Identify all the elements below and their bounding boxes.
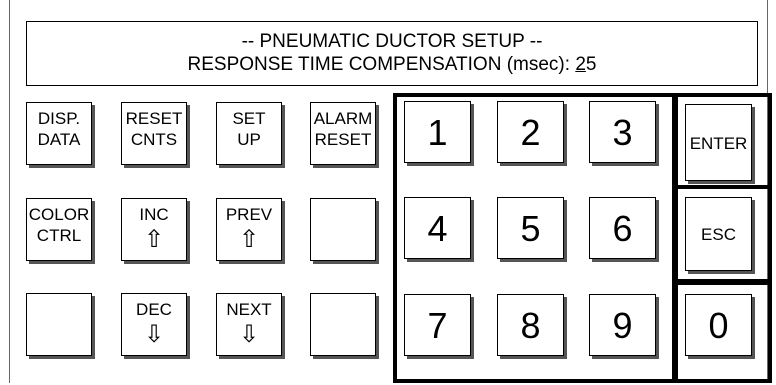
key-7[interactable]: 7 — [404, 294, 471, 356]
blank-button-1[interactable] — [310, 198, 376, 261]
dec-label: DEC — [136, 300, 172, 319]
key-4[interactable]: 4 — [404, 197, 471, 259]
inc-label: INC — [139, 205, 169, 224]
esc-button[interactable]: ESC — [685, 197, 752, 271]
disp-data-label-2: DATA — [37, 130, 81, 149]
dec-button[interactable]: DEC ⇩ — [121, 293, 187, 356]
inc-button[interactable]: INC ⇧ — [121, 198, 187, 261]
prev-label: PREV — [225, 205, 273, 224]
page-title: -- PNEUMATIC DUCTOR SETUP -- — [241, 31, 543, 52]
set-up-button[interactable]: SET UP — [216, 102, 282, 165]
key-0[interactable]: 0 — [685, 294, 752, 356]
alarm-reset-label-1: ALARM — [313, 109, 373, 128]
reset-cnts-label-1: RESET — [125, 109, 183, 128]
next-label: NEXT — [226, 300, 272, 319]
alarm-reset-button[interactable]: ALARM RESET — [310, 102, 376, 165]
set-up-label-1: SET — [232, 109, 266, 128]
blank-button-3[interactable] — [310, 293, 376, 356]
color-ctrl-label-1: COLOR — [28, 205, 90, 224]
key-1[interactable]: 1 — [404, 101, 471, 163]
arrow-down-icon: ⇩ — [143, 321, 165, 348]
reset-cnts-label-2: CNTS — [130, 130, 178, 149]
key-6[interactable]: 6 — [589, 197, 656, 259]
prev-button[interactable]: PREV ⇧ — [216, 198, 282, 261]
key-5[interactable]: 5 — [497, 197, 564, 259]
reset-cnts-button[interactable]: RESET CNTS — [121, 102, 187, 165]
setup-header: -- PNEUMATIC DUCTOR SETUP -- RESPONSE TI… — [26, 21, 758, 86]
key-8[interactable]: 8 — [497, 294, 564, 356]
color-ctrl-label-2: CTRL — [36, 226, 82, 245]
alarm-reset-label-2: RESET — [314, 130, 372, 149]
key-2[interactable]: 2 — [497, 101, 564, 163]
disp-data-label-1: DISP. — [37, 109, 81, 128]
arrow-down-icon: ⇩ — [238, 321, 260, 348]
next-button[interactable]: NEXT ⇩ — [216, 293, 282, 356]
key-9[interactable]: 9 — [589, 294, 656, 356]
response-time-value-rest: 5 — [585, 54, 597, 75]
set-up-label-2: UP — [237, 130, 261, 149]
arrow-up-icon: ⇧ — [143, 226, 165, 253]
response-time-label: RESPONSE TIME COMPENSATION (msec): — [187, 54, 576, 75]
response-time-line: RESPONSE TIME COMPENSATION (msec): 25 — [27, 53, 757, 76]
blank-button-2[interactable] — [26, 293, 92, 356]
response-time-value-first: 2 — [575, 54, 586, 75]
key-3[interactable]: 3 — [589, 101, 656, 163]
arrow-up-icon: ⇧ — [238, 226, 260, 253]
enter-button[interactable]: ENTER — [685, 104, 752, 181]
disp-data-button[interactable]: DISP. DATA — [26, 102, 92, 165]
color-ctrl-button[interactable]: COLOR CTRL — [26, 198, 92, 261]
